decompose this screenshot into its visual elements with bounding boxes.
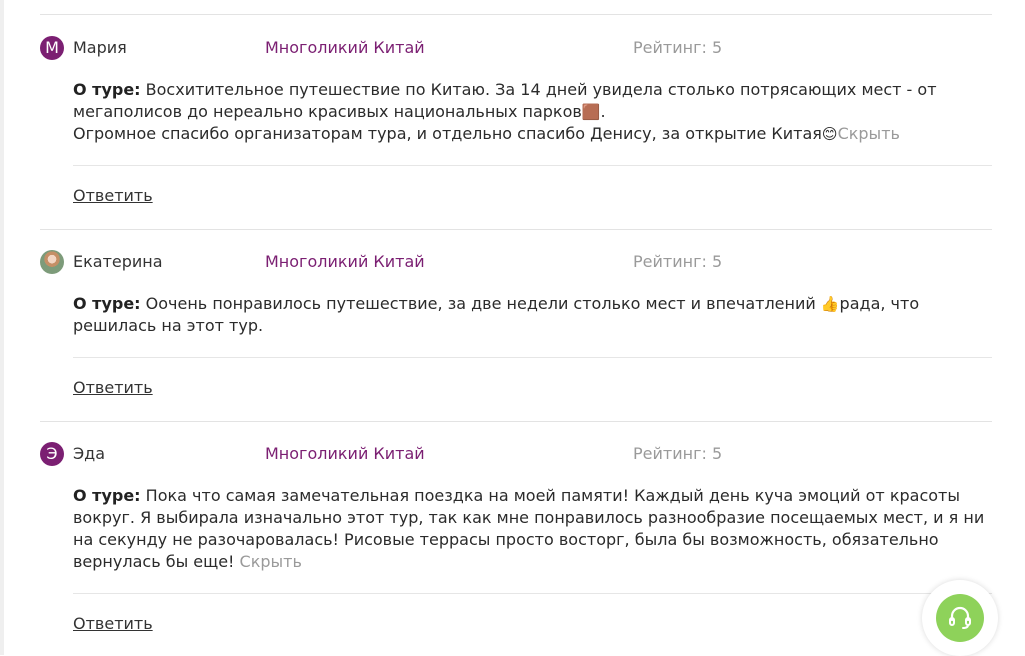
avatar: М [40, 36, 64, 60]
about-label: О туре: [73, 294, 141, 313]
review-text: О туре: Восхитительное путешествие по Ки… [73, 79, 992, 145]
review-card: Э Эда Многоликий Китай Рейтинг: 5 О туре… [40, 442, 992, 633]
support-button-circle[interactable] [936, 594, 984, 642]
avatar: Э [40, 442, 64, 466]
reply-link[interactable]: Ответить [73, 614, 153, 633]
reply-link[interactable]: Ответить [73, 186, 153, 205]
rating-text: Рейтинг: 5 [633, 38, 723, 57]
review-card: Екатерина Многоликий Китай Рейтинг: 5 О … [40, 250, 992, 397]
review-divider [40, 229, 992, 230]
review-text: О туре: Оочень понравилось путешествие, … [73, 293, 992, 337]
page-left-edge [0, 0, 4, 655]
tour-link[interactable]: Многоликий Китай [265, 38, 425, 57]
review-header: М Мария Многоликий Китай Рейтинг: 5 [40, 36, 992, 60]
reviewer-name: Екатерина [73, 252, 163, 271]
tour-link[interactable]: Многоликий Китай [265, 252, 425, 271]
reviewer-name: Мария [73, 38, 127, 57]
review-separator [73, 593, 992, 594]
review-separator [73, 165, 992, 166]
review-card: М Мария Многоликий Китай Рейтинг: 5 О ту… [40, 36, 992, 205]
about-label: О туре: [73, 486, 141, 505]
reviewer-name: Эда [73, 444, 106, 463]
review-divider [40, 421, 992, 422]
review-text-part: Восхитительное путешествие по Китаю. За … [73, 80, 937, 121]
review-header: Э Эда Многоликий Китай Рейтинг: 5 [40, 442, 992, 466]
review-text-part: Оочень понравилось путешествие, за две н… [140, 294, 821, 313]
top-divider [40, 14, 992, 15]
review-text: О туре: Пока что самая замечательная пое… [73, 485, 992, 573]
avatar [40, 250, 64, 274]
rating-text: Рейтинг: 5 [633, 444, 723, 463]
hide-button[interactable]: Скрыть [240, 552, 302, 571]
support-chat-button[interactable] [922, 580, 998, 656]
thumbs-up-emoji-icon: 👍 [820, 295, 840, 313]
smile-emoji-icon: 😊 [821, 125, 838, 143]
emoji-icon: 🟫 [581, 103, 601, 121]
hide-button[interactable]: Скрыть [838, 124, 900, 143]
review-text-part: Пока что самая замечательная поездка на … [73, 486, 985, 571]
reply-link[interactable]: Ответить [73, 378, 153, 397]
review-text-part: Огромное спасибо организаторам тура, и о… [73, 124, 822, 143]
review-header: Екатерина Многоликий Китай Рейтинг: 5 [40, 250, 992, 274]
headset-icon [949, 606, 971, 629]
rating-text: Рейтинг: 5 [633, 252, 723, 271]
tour-link[interactable]: Многоликий Китай [265, 444, 425, 463]
review-separator [73, 357, 992, 358]
review-text-part: . [600, 102, 606, 121]
about-label: О туре: [73, 80, 141, 99]
